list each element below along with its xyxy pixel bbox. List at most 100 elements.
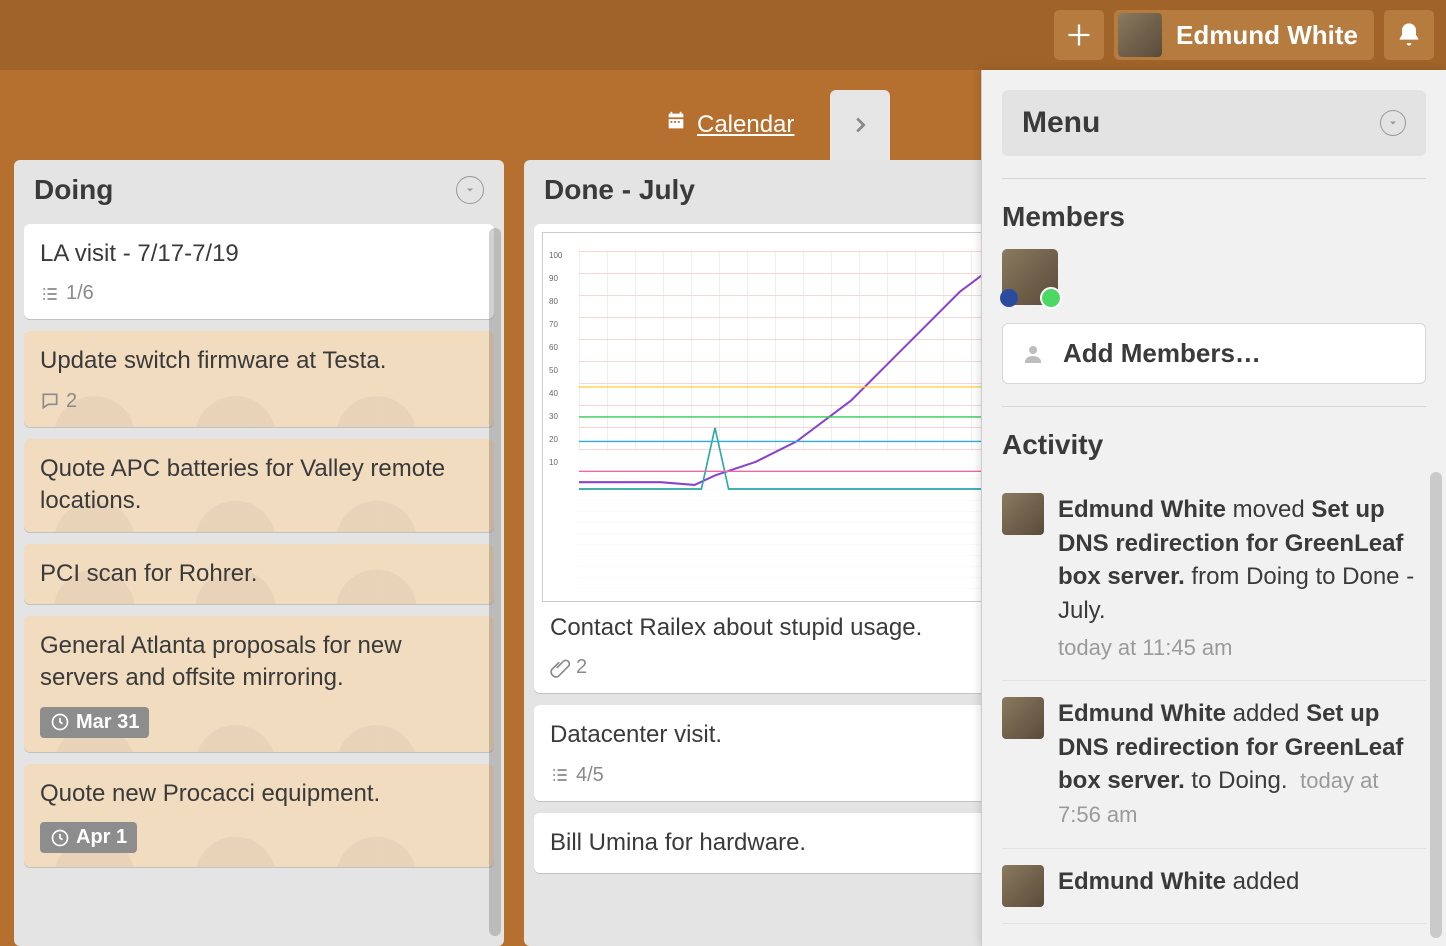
card[interactable]: Quote new Procacci equipment. Apr 1 [24,764,494,867]
due-date-text: Apr 1 [76,826,127,849]
card-badges: Apr 1 [40,822,478,853]
activity-actor: Edmund White [1058,700,1226,727]
checklist-count: 4/5 [576,764,604,787]
due-date-badge: Mar 31 [40,707,149,738]
checklist-badge: 4/5 [550,764,604,787]
activity-actor: Edmund White [1058,868,1226,895]
activity-actor: Edmund White [1058,496,1226,523]
card-title: Quote new Procacci equipment. [40,778,478,810]
list-header: Done - July [524,160,1014,224]
checklist-count: 1/6 [66,282,94,305]
menu-title: Menu [1022,106,1100,140]
card[interactable]: Bill Umina for hardware. [534,813,1004,873]
checklist-badge: 1/6 [40,282,94,305]
card-title: Update switch firmware at Testa. [40,345,478,377]
activity-scrollbar[interactable] [1430,472,1442,938]
card-badges: 2 [40,390,478,413]
cards-container: LA visit - 7/17-7/19 1/6 Update switch f… [14,224,504,867]
show-menu-tab[interactable] [830,90,890,160]
card[interactable]: LA visit - 7/17-7/19 1/6 [24,224,494,319]
attachment-count: 2 [576,656,587,679]
activity-item: Edmund White moved Set up DNS redirectio… [1002,477,1426,681]
card-title: General Atlanta proposals for new server… [40,630,478,695]
list-doing: Doing LA visit - 7/17-7/19 1/6 Update sw… [14,160,504,946]
checklist-icon [550,765,570,785]
list-done-july: Done - July 100908070605040302010 [524,160,1014,946]
activity-text: Edmund White moved Set up DNS redirectio… [1058,493,1426,664]
paperclip-icon [550,658,570,678]
card-badges: 2 [542,656,996,679]
board-menu-panel: Menu Members Add Members… Activity Edmun… [981,70,1446,946]
activity-suffix: to Doing. [1191,767,1287,794]
list-title[interactable]: Done - July [544,174,695,206]
clock-icon [50,712,70,732]
card[interactable]: 100908070605040302010 C [534,224,1004,693]
comments-count: 2 [66,390,77,413]
activity-avatar[interactable] [1002,865,1044,907]
comment-icon [40,391,60,411]
card[interactable]: Quote APC batteries for Valley remote lo… [24,439,494,532]
user-menu[interactable]: Edmund White [1114,10,1374,60]
bell-icon [1395,21,1423,49]
calendar-link[interactable]: Calendar [665,110,794,139]
plus-icon [1065,21,1093,49]
topbar: Edmund White [0,0,1446,70]
attachment-badge: 2 [550,656,587,679]
card[interactable]: Update switch firmware at Testa. 2 [24,331,494,426]
add-members-button[interactable]: Add Members… [1002,323,1426,384]
user-avatar [1118,13,1162,57]
chart-plot-area [579,251,987,451]
activity-item: Edmund White added [1002,849,1426,924]
chevron-down-icon [464,184,476,196]
list-title[interactable]: Doing [34,174,113,206]
list-header: Doing [14,160,504,224]
checklist-icon [40,284,60,304]
activity-time: today at 11:45 am [1058,633,1426,664]
chevron-right-icon [849,114,871,136]
activity-text: Edmund White added [1058,865,1299,907]
person-icon [1021,342,1045,366]
add-members-label: Add Members… [1063,338,1261,369]
card-title: PCI scan for Rohrer. [40,558,478,590]
card[interactable]: Datacenter visit. 4/5 [534,705,1004,800]
member-avatar[interactable] [1002,249,1058,305]
menu-header: Menu [1002,90,1426,156]
card-title: LA visit - 7/17-7/19 [40,238,478,270]
notifications-button[interactable] [1384,10,1434,60]
activity-avatar[interactable] [1002,493,1044,535]
card-cover-chart: 100908070605040302010 [542,232,996,602]
calendar-label: Calendar [697,111,794,139]
card-badges: Mar 31 [40,707,478,738]
due-date-text: Mar 31 [76,711,139,734]
activity-verb: added [1233,868,1300,895]
activity-verb: added [1233,700,1300,727]
chart-legend-table [577,457,987,597]
card[interactable]: General Atlanta proposals for new server… [24,616,494,752]
members-heading: Members [1002,201,1426,233]
clock-icon [50,828,70,848]
divider [1002,178,1426,179]
chart-y-ticks: 100908070605040302010 [549,251,562,467]
activity-text: Edmund White added Set up DNS redirectio… [1058,697,1426,831]
activity-list: Edmund White moved Set up DNS redirectio… [1002,477,1426,924]
activity-heading: Activity [1002,429,1426,461]
list-menu-button[interactable] [456,176,484,204]
create-button[interactable] [1054,10,1104,60]
card[interactable]: PCI scan for Rohrer. [24,544,494,604]
list-scrollbar[interactable] [489,228,501,936]
card-badges: 4/5 [550,764,988,787]
due-date-badge: Apr 1 [40,822,137,853]
menu-more-button[interactable] [1380,110,1406,136]
comments-badge: 2 [40,390,77,413]
activity-avatar[interactable] [1002,697,1044,739]
activity-item: Edmund White added Set up DNS redirectio… [1002,681,1426,848]
card-title: Bill Umina for hardware. [550,827,988,859]
divider [1002,406,1426,407]
card-title: Contact Railex about stupid usage. [542,612,996,644]
calendar-icon [665,110,687,139]
card-badges: 1/6 [40,282,478,305]
activity-verb: moved [1233,496,1305,523]
chevron-down-icon [1387,117,1399,129]
card-title: Datacenter visit. [550,719,988,751]
card-title: Quote APC batteries for Valley remote lo… [40,453,478,518]
